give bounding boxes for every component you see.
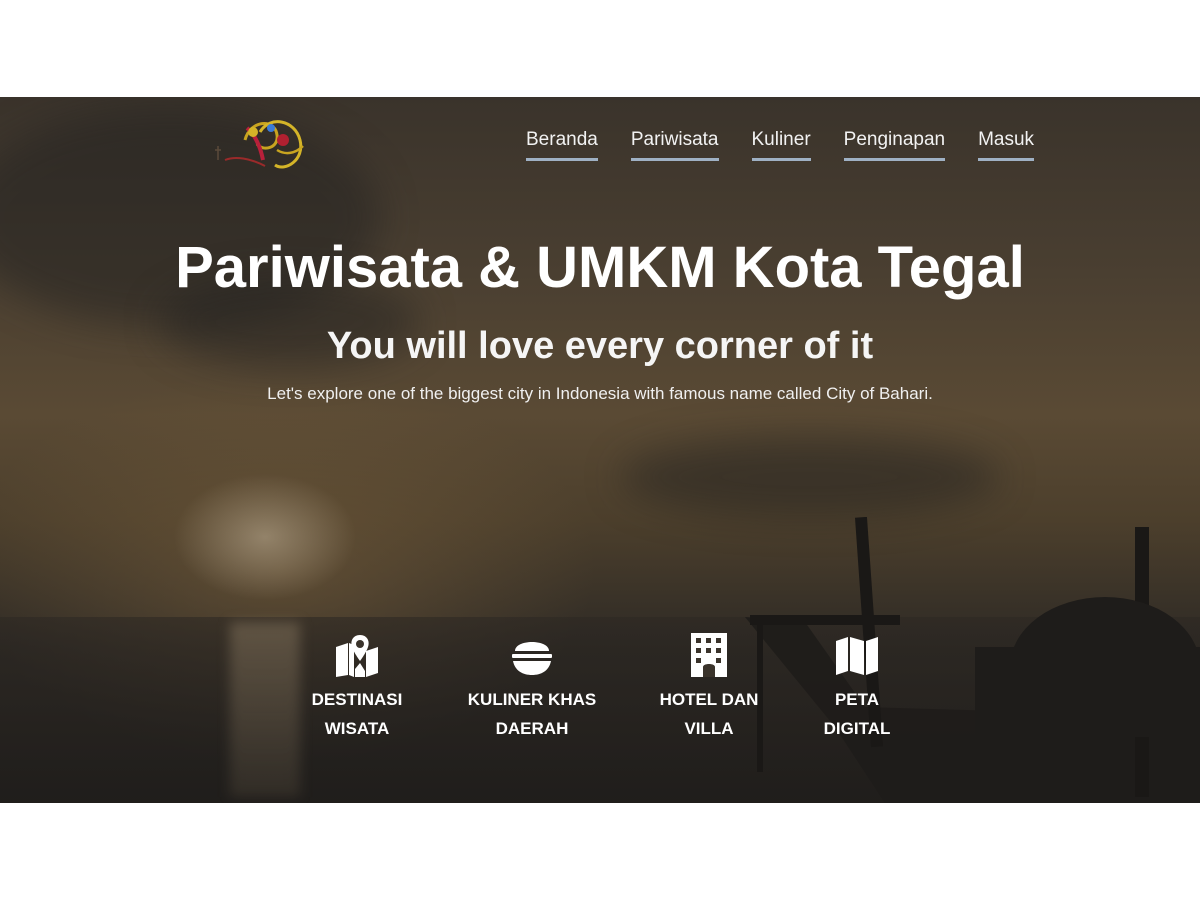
feature-destinasi-wisata[interactable]: DESTINASI WISATA <box>272 633 442 743</box>
food-bowl-icon <box>512 642 552 675</box>
feature-label: DESTINASI WISATA <box>311 690 403 738</box>
feature-peta-digital[interactable]: PETA DIGITAL <box>772 633 942 743</box>
feature-kuliner-khas-daerah[interactable]: KULINER KHAS DAERAH <box>447 633 617 743</box>
nav-item-masuk[interactable]: Masuk <box>978 128 1035 161</box>
feature-label: HOTEL DAN VILLA <box>659 690 759 738</box>
feature-label: KULINER KHAS DAERAH <box>467 690 597 738</box>
main-navigation: Beranda Pariwisata Kuliner Penginapan Ma… <box>526 128 1035 161</box>
hero-tagline: Let's explore one of the biggest city in… <box>267 384 933 403</box>
hotel-icon <box>691 633 727 677</box>
feature-label: PETA DIGITAL <box>823 690 891 738</box>
folded-map-icon <box>836 637 878 675</box>
nav-item-beranda[interactable]: Beranda <box>526 128 598 161</box>
feature-menu: DESTINASI WISATA KULINER KHAS DAERAH HOT… <box>0 633 1200 753</box>
nav-item-kuliner[interactable]: Kuliner <box>751 128 811 161</box>
map-pin-icon <box>336 635 378 677</box>
hero-title: Pariwisata & UMKM Kota Tegal <box>175 235 1025 300</box>
site-logo[interactable] <box>205 110 315 180</box>
feature-hotel-dan-villa[interactable]: HOTEL DAN VILLA <box>624 633 794 743</box>
cloud-shape <box>620 437 1000 517</box>
hero-subtitle: You will love every corner of it <box>326 325 874 367</box>
nav-item-pariwisata[interactable]: Pariwisata <box>630 128 719 161</box>
nav-item-penginapan[interactable]: Penginapan <box>843 128 946 161</box>
